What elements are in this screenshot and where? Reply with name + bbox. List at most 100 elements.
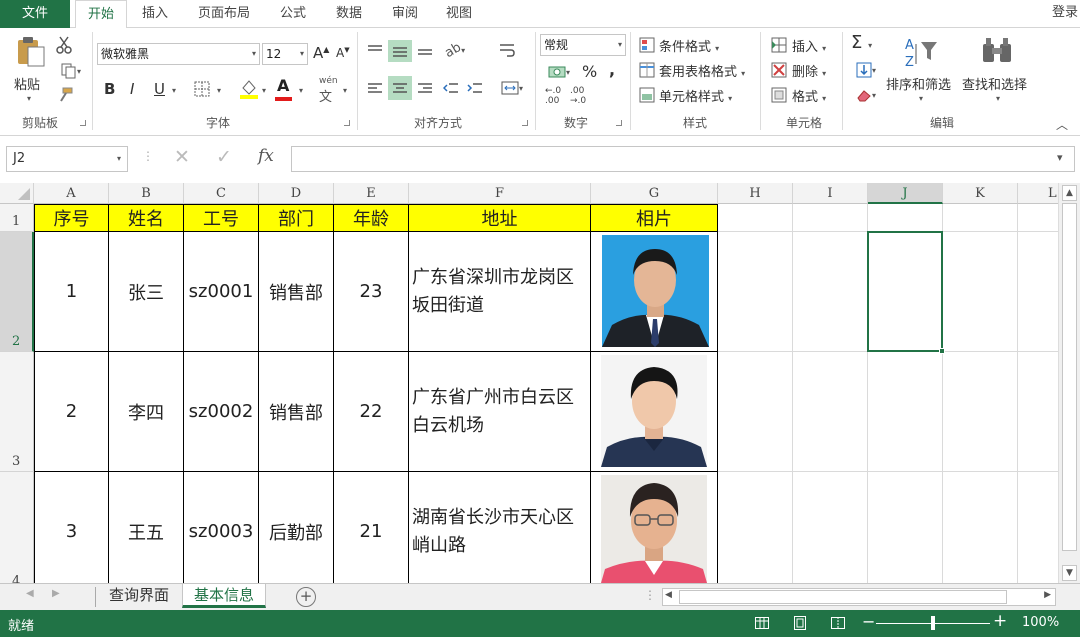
table-cell[interactable]: 后勤部	[259, 472, 334, 583]
table-format-icon[interactable]	[638, 61, 656, 79]
sort-filter-icon[interactable]: AZ	[903, 36, 939, 70]
column-header[interactable]: L	[1018, 183, 1058, 204]
expand-formula-bar-icon[interactable]: ▾	[1057, 151, 1063, 164]
zoom-in-button[interactable]: +	[993, 611, 1007, 631]
tab-file[interactable]: 文件	[0, 0, 70, 28]
tab-view[interactable]: 视图	[434, 0, 484, 28]
add-sheet-icon[interactable]: +	[296, 587, 316, 607]
sheet-tab-query[interactable]: 查询界面	[98, 584, 180, 608]
tab-insert[interactable]: 插入	[132, 0, 178, 28]
delete-cells-button[interactable]: 删除 ▾	[792, 61, 826, 80]
table-cell[interactable]: 21	[334, 472, 409, 583]
conditional-format-button[interactable]: 条件格式 ▾	[659, 36, 719, 55]
column-header[interactable]: C	[184, 183, 259, 204]
column-header[interactable]: K	[943, 183, 1018, 204]
address-cell[interactable]: 广东省广州市白云区 白云机场	[409, 352, 591, 472]
grow-font-button[interactable]: A▲	[313, 44, 329, 62]
header-cell[interactable]: 部门	[259, 204, 334, 232]
align-middle-icon[interactable]	[388, 40, 412, 62]
merge-center-icon[interactable]: ▾	[496, 78, 528, 98]
insert-function-icon[interactable]: fx	[258, 146, 274, 166]
prev-sheet-icon[interactable]: ◀	[26, 588, 34, 599]
paste-label[interactable]: 粘贴	[14, 74, 40, 93]
column-header-selected[interactable]: J	[868, 183, 943, 204]
vertical-scroll-thumb[interactable]	[1062, 203, 1077, 551]
align-left-icon[interactable]	[364, 78, 386, 98]
cell[interactable]	[868, 472, 943, 583]
column-header[interactable]: D	[259, 183, 334, 204]
zoom-out-button[interactable]: −	[862, 612, 875, 631]
header-cell[interactable]: 相片	[591, 204, 718, 232]
table-cell[interactable]: 张三	[109, 232, 184, 352]
column-header[interactable]: E	[334, 183, 409, 204]
table-cell[interactable]: 23	[334, 232, 409, 352]
underline-button[interactable]: U	[154, 80, 165, 98]
cut-icon[interactable]	[56, 36, 72, 54]
increase-decimal-button[interactable]: ←.0.00	[545, 86, 561, 106]
cell[interactable]	[793, 204, 868, 232]
cell[interactable]	[1018, 352, 1058, 472]
cell[interactable]	[943, 352, 1018, 472]
column-header[interactable]: G	[591, 183, 718, 204]
cell-styles-button[interactable]: 单元格样式 ▾	[659, 86, 732, 105]
paste-icon[interactable]	[14, 34, 48, 68]
find-select-button[interactable]: 查找和选择	[962, 74, 1027, 93]
cell[interactable]	[718, 472, 793, 583]
scroll-up-icon[interactable]: ▲	[1062, 185, 1077, 201]
header-cell[interactable]: 序号	[34, 204, 109, 232]
format-cells-button[interactable]: 格式 ▾	[792, 86, 826, 105]
sort-filter-button[interactable]: 排序和筛选	[886, 74, 951, 93]
align-center-icon[interactable]	[388, 76, 412, 100]
cell[interactable]	[793, 352, 868, 472]
autosum-button[interactable]: Σ ▾	[851, 32, 872, 53]
column-header[interactable]: F	[409, 183, 591, 204]
zoom-level[interactable]: 100%	[1022, 615, 1059, 630]
table-cell[interactable]: 1	[34, 232, 109, 352]
scroll-left-icon[interactable]: ◀	[665, 590, 672, 600]
table-cell[interactable]: 销售部	[259, 352, 334, 472]
percent-button[interactable]: %	[582, 62, 597, 81]
font-name-select[interactable]: 微软雅黑 ▾	[97, 43, 260, 65]
clipboard-launcher-icon[interactable]	[80, 120, 86, 126]
align-top-icon[interactable]	[364, 40, 386, 60]
comma-button[interactable]: ,	[609, 60, 615, 79]
header-cell[interactable]: 年龄	[334, 204, 409, 232]
shrink-font-button[interactable]: A▼	[336, 46, 350, 60]
table-cell[interactable]: sz0002	[184, 352, 259, 472]
cell[interactable]	[718, 232, 793, 352]
row-header[interactable]: 4	[0, 472, 34, 583]
enter-icon[interactable]: ✓	[216, 146, 232, 168]
copy-icon[interactable]: ▾	[56, 62, 86, 80]
cell[interactable]	[718, 352, 793, 472]
fill-handle[interactable]	[939, 348, 945, 354]
horizontal-scrollbar[interactable]: ◀ ▶	[662, 588, 1056, 606]
tab-review[interactable]: 审阅	[380, 0, 430, 28]
cell[interactable]	[793, 472, 868, 583]
page-break-view-icon[interactable]	[828, 614, 848, 632]
table-cell[interactable]: sz0001	[184, 232, 259, 352]
cell[interactable]	[1018, 204, 1058, 232]
employee-photo[interactable]	[601, 475, 707, 583]
header-cell[interactable]: 地址	[409, 204, 591, 232]
row-header[interactable]: 3	[0, 352, 34, 472]
column-header[interactable]: H	[718, 183, 793, 204]
address-cell[interactable]: 湖南省长沙市天心区 峭山路	[409, 472, 591, 583]
orientation-icon[interactable]: ab ▾	[440, 39, 470, 60]
find-select-icon[interactable]	[980, 36, 1014, 66]
number-launcher-icon[interactable]	[616, 120, 622, 126]
table-cell[interactable]: 22	[334, 352, 409, 472]
selected-cell-j2[interactable]	[867, 231, 945, 354]
decrease-indent-icon[interactable]	[440, 78, 462, 98]
wrap-text-icon[interactable]	[496, 40, 518, 60]
insert-cells-icon[interactable]	[770, 36, 788, 54]
format-painter-icon[interactable]	[56, 86, 74, 104]
scroll-right-icon[interactable]: ▶	[1044, 590, 1051, 600]
formula-input[interactable]	[291, 146, 1075, 172]
cell-styles-icon[interactable]	[638, 86, 656, 104]
table-cell[interactable]: 2	[34, 352, 109, 472]
cell[interactable]	[943, 232, 1018, 352]
sheet-tab-basic-info[interactable]: 基本信息	[182, 584, 266, 608]
alignment-launcher-icon[interactable]	[522, 120, 528, 126]
cell[interactable]	[943, 472, 1018, 583]
font-launcher-icon[interactable]	[344, 120, 350, 126]
